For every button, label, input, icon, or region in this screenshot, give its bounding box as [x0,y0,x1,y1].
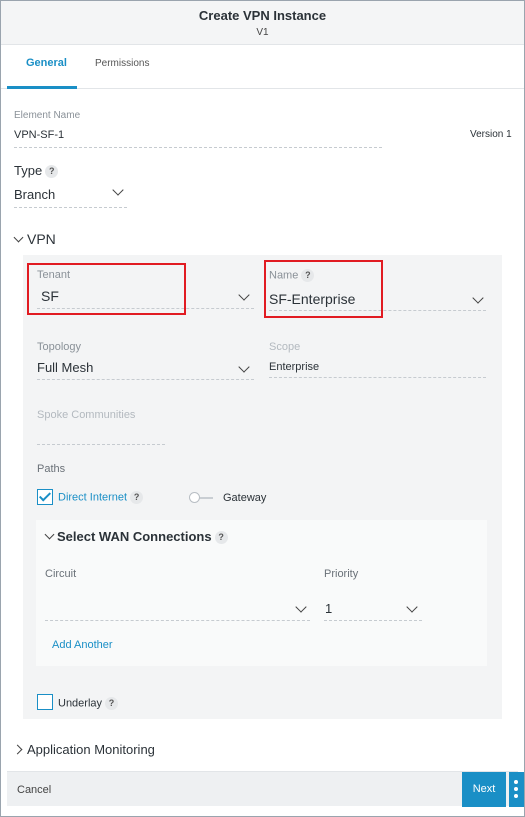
app-monitoring-expand-chevron-icon[interactable] [12,744,23,755]
dialog-subtitle: V1 [256,27,269,38]
vpn-section-title[interactable]: VPN [27,231,56,247]
element-name-input[interactable]: VPN-SF-1 [14,129,64,141]
cancel-button[interactable]: Cancel [17,784,51,796]
more-dot [514,787,518,791]
underlay-help-icon[interactable]: ? [105,697,119,710]
tab-general[interactable]: General [26,57,67,69]
topology-label: Topology [37,341,82,353]
type-label-text: Type [14,163,43,178]
dialog-header: Create VPN Instance V1 [1,1,524,45]
circuit-label: Circuit [45,568,77,580]
next-button[interactable]: Next [462,772,506,807]
version-label: Version 1 [470,129,512,140]
add-another-link[interactable]: Add Another [52,639,113,651]
app-monitoring-section-title[interactable]: Application Monitoring [27,742,155,757]
topology-select[interactable]: Full Mesh [37,360,93,375]
scope-value: Enterprise [269,361,320,373]
gateway-label: Gateway [223,492,267,504]
dialog-frame: Create VPN Instance V1 General Permissio… [0,0,525,817]
wan-section-title[interactable]: Select WAN Connections? [57,529,228,545]
dialog-footer: Cancel Next [7,771,524,807]
element-name-label: Element Name [14,110,81,121]
underlay-label-text: Underlay [58,697,103,710]
scope-underline [269,377,486,378]
topology-underline [37,379,254,380]
type-select[interactable]: Branch [14,187,55,202]
tenant-highlight-box [27,263,186,315]
underlay-label: Underlay? [58,697,119,710]
element-name-underline [14,147,382,148]
more-dot [514,780,518,784]
wan-help-icon[interactable]: ? [214,531,228,545]
direct-internet-label: Direct Internet? [58,491,144,504]
tab-permissions[interactable]: Permissions [95,58,149,69]
dialog-title: Create VPN Instance [198,8,327,23]
underlay-checkbox[interactable] [37,694,53,710]
name-highlight-box [264,260,383,318]
checkmark-icon [38,489,52,502]
scope-label: Scope [269,341,301,353]
direct-internet-label-text: Direct Internet [58,491,128,504]
circuit-underline [45,620,310,621]
type-label: Type? [14,163,59,179]
vpn-collapse-chevron-icon[interactable] [13,232,24,243]
tab-bar: General Permissions [1,45,524,89]
type-help-icon[interactable]: ? [45,165,59,179]
direct-internet-help-icon[interactable]: ? [130,491,144,504]
priority-label: Priority [324,568,359,580]
direct-internet-checkbox[interactable] [37,489,53,505]
more-options-icon[interactable] [509,772,524,807]
type-chevron-down-icon[interactable] [112,184,124,196]
type-underline [14,207,127,208]
spoke-communities-label: Spoke Communities [37,409,136,421]
active-tab-indicator [7,86,77,89]
wan-section-title-text: Select WAN Connections [57,529,212,544]
priority-select[interactable]: 1 [325,601,332,616]
spoke-communities-underline [37,444,165,445]
gateway-toggle[interactable] [189,492,215,503]
more-dot [514,794,518,798]
paths-label: Paths [37,463,66,475]
gateway-toggle-knob [189,492,200,503]
priority-underline [324,620,422,621]
